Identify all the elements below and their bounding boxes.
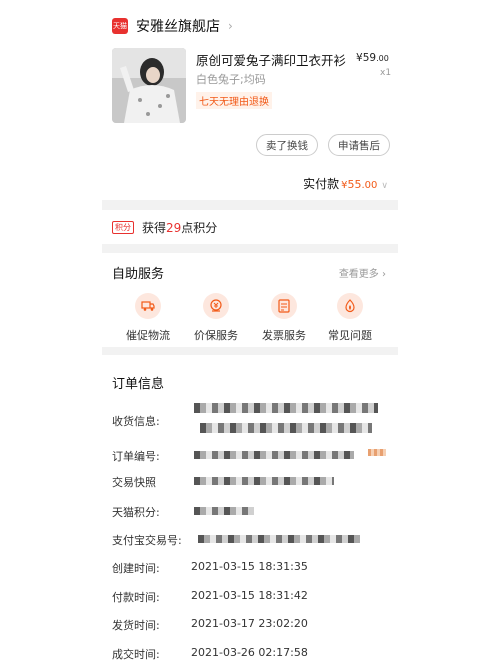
truck-icon [135, 293, 161, 319]
paid-decimal: .00 [361, 180, 378, 191]
service-label: 价保服务 [194, 329, 238, 342]
points-row: 积分 获得29点积分 [102, 210, 398, 244]
view-more-link[interactable]: 查看更多 › [339, 265, 386, 280]
sell-swap-button[interactable]: 卖了换钱 [256, 134, 318, 156]
redacted-points [194, 507, 254, 515]
price-main: 59 [362, 52, 377, 64]
redacted-order-number [194, 451, 354, 459]
completed-time-label: 成交时间: [112, 648, 160, 661]
tmall-badge-icon: 天猫 [112, 18, 128, 34]
created-time-label: 创建时间: [112, 562, 160, 575]
redacted-shipping-line1 [194, 403, 378, 413]
return-policy-tag: 七天无理由退换 [196, 92, 272, 109]
paid-value: ¥55.00 [341, 178, 377, 191]
price-symbol: ¥ [356, 52, 363, 64]
paid-main: 55 [347, 178, 362, 191]
self-service-title: 自助服务 [112, 267, 165, 282]
copy-icon[interactable] [368, 449, 386, 456]
created-time-value: 2021-03-15 18:31:35 [191, 560, 308, 573]
order-number-label: 订单编号: [112, 450, 160, 463]
service-label: 常见问题 [328, 329, 372, 342]
paid-amount[interactable]: 实付款 ¥55.00 ∨ [303, 175, 388, 192]
points-prefix: 获得 [142, 220, 167, 235]
chevron-down-icon[interactable]: ∨ [381, 181, 388, 191]
service-urge-logistics[interactable]: 催促物流 [118, 293, 178, 343]
shipped-time-value: 2021-03-17 23:02:20 [191, 617, 308, 630]
self-service-panel: 自助服务 查看更多 › 催促物流 价保服务 发票服务 常见问题 [102, 253, 398, 347]
shipped-time-label: 发货时间: [112, 619, 160, 632]
product-photo [112, 48, 186, 123]
points-text: 获得29点积分 [142, 219, 217, 236]
points-number: 29 [166, 220, 182, 235]
points-suffix: 点积分 [181, 220, 218, 235]
shop-name[interactable]: 安雅丝旗舰店 [136, 16, 220, 36]
product-price: ¥59.00 [356, 52, 389, 64]
service-price-protect[interactable]: 价保服务 [186, 293, 246, 343]
product-quantity: x1 [380, 68, 392, 78]
shipping-info-label: 收货信息: [112, 415, 160, 428]
service-faq[interactable]: 常见问题 [320, 293, 380, 343]
service-label: 发票服务 [262, 329, 306, 342]
redacted-snapshot [194, 477, 334, 485]
price-decimal: .00 [376, 54, 389, 63]
completed-time-value: 2021-03-26 02:17:58 [191, 646, 308, 659]
paid-time-value: 2021-03-15 18:31:42 [191, 589, 308, 602]
view-more-label[interactable]: 查看更多 [339, 269, 379, 280]
points-icon: 积分 [112, 220, 134, 234]
redacted-alipay-number [198, 535, 360, 543]
product-sku: 白色兔子;均码 [196, 73, 266, 86]
trade-snapshot-label[interactable]: 交易快照 [112, 474, 156, 490]
product-title[interactable]: 原创可爱兔子满印卫衣开衫… [196, 50, 346, 69]
redacted-shipping-line2 [200, 423, 372, 433]
product-thumbnail[interactable] [112, 48, 186, 123]
shop-header[interactable]: 天猫 安雅丝旗舰店 › [112, 16, 233, 36]
price-protect-icon [203, 293, 229, 319]
paid-label: 实付款 [303, 177, 340, 191]
service-invoice[interactable]: 发票服务 [254, 293, 314, 343]
order-info-panel: 订单信息 收货信息: 订单编号: 交易快照 天猫积分: 支付宝交易号: 创建时间… [102, 355, 398, 666]
alipay-trade-no-label: 支付宝交易号: [112, 534, 182, 547]
paid-time-label: 付款时间: [112, 591, 160, 604]
service-label: 催促物流 [126, 329, 170, 342]
tmall-points-label: 天猫积分: [112, 506, 160, 519]
order-item-card: 天猫 安雅丝旗舰店 › 原创可爱兔子满印卫衣开衫… ¥59.00 x1 白色兔子… [102, 0, 398, 200]
faq-icon [337, 293, 363, 319]
invoice-icon [271, 293, 297, 319]
order-info-title: 订单信息 [112, 377, 165, 392]
after-sale-button[interactable]: 申请售后 [328, 134, 390, 156]
chevron-right-icon[interactable]: › [228, 19, 233, 33]
